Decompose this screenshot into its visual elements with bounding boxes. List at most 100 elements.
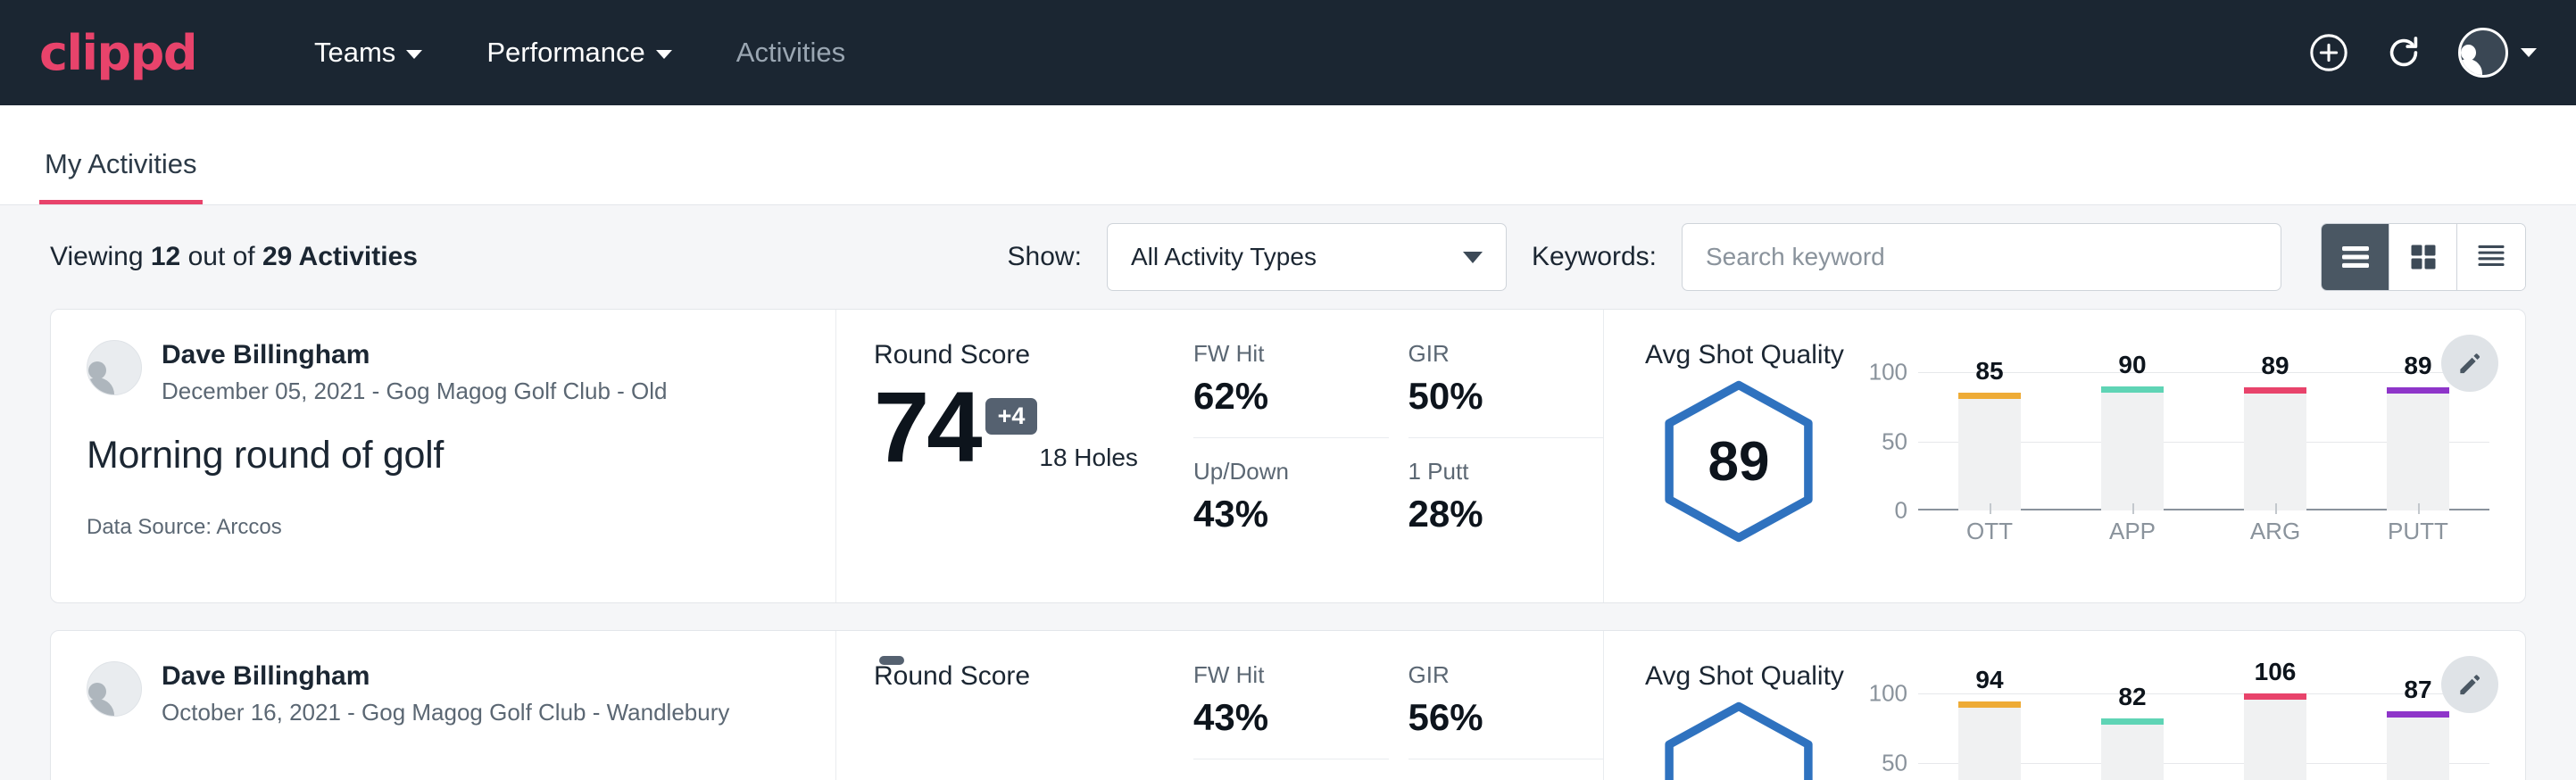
stat-value: 43% [1193, 696, 1366, 739]
refresh-icon [2383, 32, 2424, 73]
bar-cap [2101, 718, 2164, 725]
grid-view-icon [2407, 241, 2439, 273]
refresh-button[interactable] [2383, 32, 2424, 73]
stat-label: Up/Down [1193, 458, 1366, 485]
view-mode-grid-button[interactable] [2389, 224, 2457, 290]
stat-gir: GIR 56% [1408, 661, 1604, 759]
round-stats: FW Hit 43% GIR 56% [1193, 631, 1604, 780]
plus-circle-icon [2308, 32, 2349, 73]
bar-value: 89 [2261, 352, 2289, 380]
edit-activity-button[interactable] [2441, 335, 2498, 392]
clippd-logo[interactable]: clippd [39, 25, 196, 81]
bar-cap [2387, 711, 2449, 718]
nav-item-teams[interactable]: Teams [282, 37, 454, 69]
search-input-placeholder: Search keyword [1706, 243, 1885, 271]
author-name: Dave Billingham [162, 661, 729, 693]
bar-cap [2244, 693, 2306, 700]
nav-item-activities[interactable]: Activities [704, 37, 877, 69]
nav-right-actions [2308, 28, 2537, 78]
keywords-label: Keywords: [1532, 242, 1657, 272]
activity-type-select-value: All Activity Types [1131, 243, 1317, 271]
x-tick-putt: PUTT [2387, 518, 2449, 545]
avatar-icon [2458, 28, 2508, 78]
tab-my-activities[interactable]: My Activities [39, 148, 203, 204]
stat-fw-hit: FW Hit 43% [1193, 661, 1389, 759]
avg-shot-quality-section: Avg Shot Quality 100 50 [1604, 631, 2525, 780]
stat-label: FW Hit [1193, 661, 1366, 689]
search-input[interactable]: Search keyword [1682, 223, 2281, 291]
stat-label: FW Hit [1193, 340, 1366, 368]
chart-plot-area: 85 90 [1918, 372, 2489, 510]
bar-cap [1958, 393, 2021, 399]
author-name: Dave Billingham [162, 340, 668, 371]
filter-controls: Show: All Activity Types Keywords: Searc… [1008, 223, 2526, 291]
add-activity-button[interactable] [2308, 32, 2349, 73]
viewing-mid: out of [180, 242, 262, 271]
chart-x-axis: OTT APP ARG PUTT [1918, 518, 2489, 545]
activity-data-source: Data Source: Arccos [87, 515, 800, 540]
bar-app: 90 [2101, 372, 2164, 510]
bar-putt: 89 [2387, 372, 2449, 510]
nav-item-teams-label: Teams [314, 37, 395, 69]
nav-item-activities-label: Activities [736, 37, 845, 69]
viewing-prefix: Viewing [50, 242, 151, 271]
edit-activity-button[interactable] [2441, 656, 2498, 713]
shot-quality-bar-chart: 100 50 0 [1859, 693, 2489, 780]
activity-summary: Dave Billingham December 05, 2021 - Gog … [51, 310, 836, 602]
stat-one-putt: 1 Putt 28% [1408, 458, 1604, 535]
bar-value: 85 [1975, 357, 2003, 386]
nav-item-performance[interactable]: Performance [454, 37, 703, 69]
viewing-count-text: Viewing 12 out of 29 Activities [50, 242, 418, 272]
bar-value: 89 [2404, 352, 2431, 380]
stat-value: 43% [1193, 493, 1366, 535]
viewing-count: 12 [151, 242, 180, 271]
round-score-value: 74 [874, 378, 980, 477]
avg-shot-quality-label: Avg Shot Quality [1645, 340, 2489, 370]
y-tick-100: 100 [1869, 680, 1907, 708]
viewing-total: 29 Activities [262, 242, 418, 271]
avg-shot-quality-section: Avg Shot Quality 89 100 50 [1604, 310, 2525, 602]
x-tick-arg: ARG [2244, 518, 2306, 545]
bar-putt: 87 [2387, 693, 2449, 780]
stat-value: 28% [1408, 493, 1581, 535]
activity-meta: October 16, 2021 - Gog Magog Golf Club -… [162, 699, 729, 726]
stat-up-down: Up/Down 43% [1193, 458, 1389, 535]
bar-ott: 94 [1958, 693, 2021, 780]
avg-shot-quality-label: Avg Shot Quality [1645, 661, 2489, 692]
avatar [87, 340, 142, 395]
bar-cap [2101, 386, 2164, 393]
y-tick-50: 50 [1882, 749, 1907, 776]
avg-shot-quality-hexagon [1645, 698, 1832, 780]
y-tick-100: 100 [1869, 359, 1907, 386]
activity-card[interactable]: Dave Billingham December 05, 2021 - Gog … [50, 309, 2526, 603]
bar-value: 94 [1975, 666, 2003, 694]
chevron-down-icon [406, 50, 422, 59]
list-view-icon [2339, 244, 2372, 270]
chart-y-axis: 100 50 0 [1859, 372, 1915, 510]
bar-arg: 89 [2244, 372, 2306, 510]
avg-shot-quality-hexagon: 89 [1645, 377, 1832, 546]
compact-view-icon [2474, 243, 2508, 271]
round-score-section: Round Score [836, 631, 1193, 780]
avatar [87, 661, 142, 717]
main-nav-links: Teams Performance Activities [282, 37, 877, 69]
pencil-icon [2456, 670, 2484, 699]
bar-cap [1958, 701, 2021, 708]
activity-card[interactable]: Dave Billingham October 16, 2021 - Gog M… [50, 630, 2526, 780]
stat-gir: GIR 50% [1408, 340, 1604, 438]
hexagon-icon [1654, 698, 1824, 780]
stat-value: 56% [1408, 696, 1581, 739]
top-navigation-bar: clippd Teams Performance Activities [0, 0, 2576, 105]
shot-quality-bar-chart: 100 50 0 [1859, 372, 2489, 551]
account-menu-button[interactable] [2458, 28, 2537, 78]
activity-title: Morning round of golf [87, 434, 800, 477]
view-mode-compact-button[interactable] [2457, 224, 2525, 290]
round-score-label: Round Score [874, 661, 1193, 692]
view-mode-list-button[interactable] [2322, 224, 2389, 290]
bar-value: 82 [2118, 683, 2146, 711]
bar-value: 90 [2118, 351, 2146, 379]
activity-author: Dave Billingham October 16, 2021 - Gog M… [87, 661, 800, 726]
round-score-badge [879, 656, 904, 665]
activity-type-select[interactable]: All Activity Types [1107, 223, 1507, 291]
stat-label: GIR [1408, 661, 1581, 689]
